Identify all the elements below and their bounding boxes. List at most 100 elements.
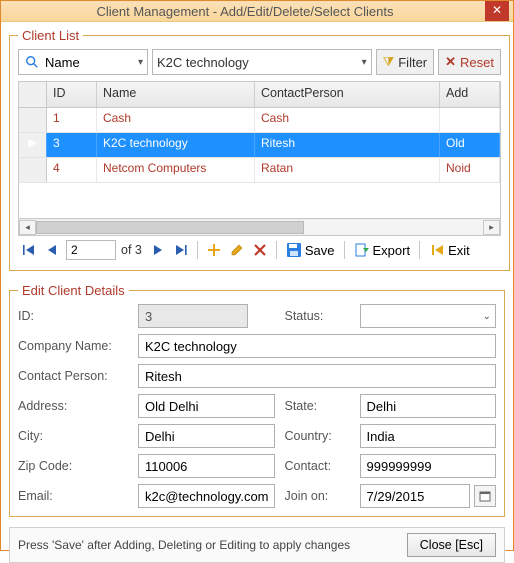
cell-addr xyxy=(440,108,500,132)
exit-label: Exit xyxy=(448,243,470,258)
separator xyxy=(197,241,198,259)
exit-button[interactable]: Exit xyxy=(427,242,472,258)
cell-id: 4 xyxy=(47,158,97,182)
company-label: Company Name: xyxy=(18,339,128,353)
row-indicator xyxy=(19,108,47,132)
edit-button[interactable] xyxy=(228,240,246,260)
client-grid: ID Name ContactPerson Add 1 Cash Cash ▶ … xyxy=(18,81,501,236)
zip-field[interactable] xyxy=(138,454,275,478)
separator xyxy=(419,241,420,259)
separator xyxy=(344,241,345,259)
search-field-value: Name xyxy=(45,55,80,70)
chevron-down-icon: ▾ xyxy=(362,57,367,68)
chevron-down-icon: ▾ xyxy=(138,57,143,68)
first-page-button[interactable] xyxy=(20,240,38,260)
scroll-track[interactable] xyxy=(36,220,483,235)
exit-icon xyxy=(429,242,445,258)
rowheader-col xyxy=(19,82,47,107)
navigator: of 3 Save Export Exit xyxy=(18,236,501,262)
cell-contact: Ratan xyxy=(255,158,440,182)
row-indicator: ▶ xyxy=(19,133,47,157)
state-field[interactable] xyxy=(360,394,497,418)
calendar-button[interactable] xyxy=(474,485,496,507)
status-combo[interactable]: ⌄ xyxy=(360,304,497,328)
footer-hint: Press 'Save' after Adding, Deleting or E… xyxy=(18,538,407,552)
separator xyxy=(276,241,277,259)
search-field-combo[interactable]: Name ▾ xyxy=(18,49,148,75)
window-title: Client Management - Add/Edit/Delete/Sele… xyxy=(5,4,485,19)
address-label: Address: xyxy=(18,399,128,413)
funnel-icon: ⧩ xyxy=(383,54,395,70)
search-icon xyxy=(23,53,41,71)
col-id[interactable]: ID xyxy=(47,82,97,107)
state-label: State: xyxy=(285,399,350,413)
calendar-icon xyxy=(479,490,491,502)
cell-name: Cash xyxy=(97,108,255,132)
cell-addr: Old xyxy=(440,133,500,157)
cell-contact: Ritesh xyxy=(255,133,440,157)
city-label: City: xyxy=(18,429,128,443)
contact-field[interactable] xyxy=(360,454,497,478)
reset-label: Reset xyxy=(460,55,494,70)
next-page-button[interactable] xyxy=(149,240,167,260)
export-button[interactable]: Export xyxy=(352,242,413,258)
cell-id: 1 xyxy=(47,108,97,132)
cell-name: K2C technology xyxy=(97,133,255,157)
export-icon xyxy=(354,242,370,258)
contact-person-label: Contact Person: xyxy=(18,369,128,383)
email-field[interactable] xyxy=(138,484,275,508)
zip-label: Zip Code: xyxy=(18,459,128,473)
id-field xyxy=(138,304,248,328)
col-contact[interactable]: ContactPerson xyxy=(255,82,440,107)
last-page-button[interactable] xyxy=(172,240,190,260)
address-field[interactable] xyxy=(138,394,275,418)
footer: Press 'Save' after Adding, Deleting or E… xyxy=(9,527,505,563)
grid-empty xyxy=(19,183,500,218)
table-row[interactable]: 4 Netcom Computers Ratan Noid xyxy=(19,158,500,183)
cell-addr: Noid xyxy=(440,158,500,182)
table-row[interactable]: 1 Cash Cash xyxy=(19,108,500,133)
filter-button[interactable]: ⧩ Filter xyxy=(376,49,435,75)
save-label: Save xyxy=(305,243,335,258)
cell-id: 3 xyxy=(47,133,97,157)
edit-client-group: Edit Client Details ID: Status: ⌄ Compan… xyxy=(9,283,505,517)
scroll-left-icon[interactable]: ◂ xyxy=(19,220,36,235)
city-field[interactable] xyxy=(138,424,275,448)
floppy-icon xyxy=(286,242,302,258)
chevron-down-icon: ⌄ xyxy=(483,311,491,322)
reset-button[interactable]: ✕ Reset xyxy=(438,49,501,75)
scroll-thumb[interactable] xyxy=(36,221,304,234)
edit-legend: Edit Client Details xyxy=(18,283,129,298)
export-label: Export xyxy=(373,243,411,258)
col-name[interactable]: Name xyxy=(97,82,255,107)
prev-page-button[interactable] xyxy=(43,240,61,260)
country-field[interactable] xyxy=(360,424,497,448)
status-label: Status: xyxy=(285,309,350,323)
client-list-legend: Client List xyxy=(18,28,83,43)
filter-label: Filter xyxy=(398,55,427,70)
search-input[interactable]: K2C technology ▾ xyxy=(152,49,372,75)
search-text: K2C technology xyxy=(157,55,362,70)
id-label: ID: xyxy=(18,309,128,323)
delete-button[interactable] xyxy=(251,240,269,260)
country-label: Country: xyxy=(285,429,350,443)
horizontal-scrollbar[interactable]: ◂ ▸ xyxy=(19,218,500,235)
page-of-label: of 3 xyxy=(121,243,142,257)
email-label: Email: xyxy=(18,489,128,503)
save-button[interactable]: Save xyxy=(284,242,337,258)
titlebar: Client Management - Add/Edit/Delete/Sele… xyxy=(1,1,513,22)
window-close-button[interactable]: ✕ xyxy=(485,1,509,21)
close-button[interactable]: Close [Esc] xyxy=(407,533,496,557)
contact-person-field[interactable] xyxy=(138,364,496,388)
x-icon: ✕ xyxy=(445,54,456,70)
cell-contact: Cash xyxy=(255,108,440,132)
join-date-field[interactable] xyxy=(360,484,471,508)
company-field[interactable] xyxy=(138,334,496,358)
add-button[interactable] xyxy=(205,240,223,260)
cell-name: Netcom Computers xyxy=(97,158,255,182)
table-row[interactable]: ▶ 3 K2C technology Ritesh Old xyxy=(19,133,500,158)
col-addr[interactable]: Add xyxy=(440,82,500,107)
page-input[interactable] xyxy=(66,240,116,260)
grid-header: ID Name ContactPerson Add xyxy=(19,82,500,108)
scroll-right-icon[interactable]: ▸ xyxy=(483,220,500,235)
